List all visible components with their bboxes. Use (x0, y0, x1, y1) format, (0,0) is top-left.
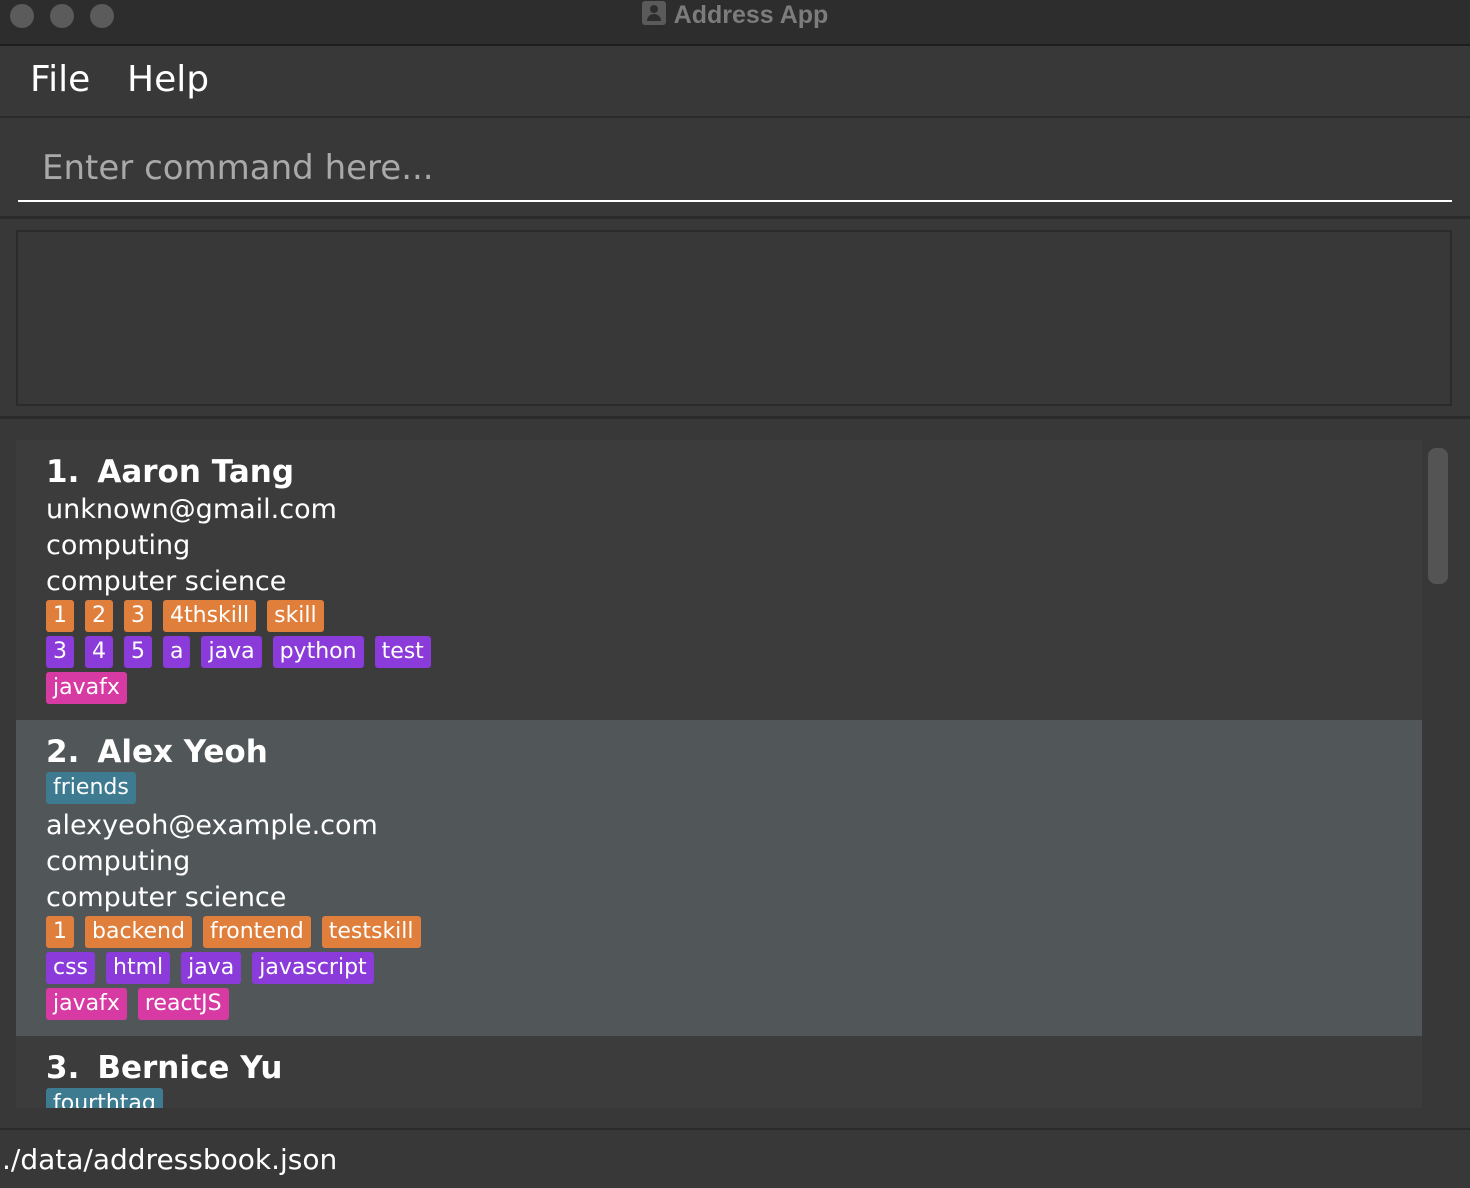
divider (0, 416, 1470, 419)
person-tag: friends (46, 772, 136, 804)
language-tag: javascript (252, 952, 374, 984)
language-tag: a (163, 636, 191, 668)
person-card[interactable]: 2. Alex Yeoh friends alexyeoh@example.com… (16, 720, 1422, 1036)
person-card[interactable]: 3. Bernice Yu fourthtag (16, 1036, 1422, 1108)
framework-tag: javafx (46, 988, 127, 1020)
framework-tag: javafx (46, 672, 127, 704)
language-tag: java (181, 952, 242, 984)
skill-tag: 1 (46, 916, 74, 948)
skill-tag: skill (267, 600, 324, 632)
person-tags: friends (46, 772, 1422, 808)
language-tag: python (272, 636, 364, 668)
result-display[interactable] (16, 230, 1452, 406)
command-box (0, 118, 1470, 219)
language-tag: html (106, 952, 171, 984)
person-list[interactable]: 1. Aaron Tang unknown@gmail.com computing… (16, 440, 1422, 1108)
person-faculty: computing (46, 846, 191, 877)
person-index: 3. (46, 1050, 80, 1086)
framework-tags: javafx reactJS (46, 988, 1422, 1024)
person-index: 1. (46, 454, 80, 490)
skill-tag: testskill (321, 916, 421, 948)
address-book-icon (641, 1, 666, 25)
person-name-line: 1. Aaron Tang (46, 452, 1422, 492)
window-title-bar: Address App (0, 0, 1470, 46)
menu-help[interactable]: Help (127, 58, 209, 102)
person-major: computer science (46, 566, 287, 597)
person-tags: fourthtag (46, 1088, 1422, 1108)
window-title: Address App (0, 0, 1470, 30)
person-major: computer science (46, 882, 287, 913)
language-tag: 4 (85, 636, 113, 668)
person-index: 2. (46, 734, 80, 770)
menu-file[interactable]: File (30, 58, 90, 102)
person-name-line: 3. Bernice Yu (46, 1048, 1422, 1088)
framework-tags: javafx (46, 672, 1422, 708)
language-tag: test (374, 636, 431, 668)
framework-tag: reactJS (137, 988, 229, 1020)
person-tag: fourthtag (46, 1088, 163, 1108)
person-card[interactable]: 1. Aaron Tang unknown@gmail.com computing… (16, 440, 1422, 720)
skill-tag: frontend (202, 916, 311, 948)
skill-tag: 3 (124, 600, 152, 632)
person-name-line: 2. Alex Yeoh (46, 732, 1422, 772)
person-email: unknown@gmail.com (46, 494, 337, 525)
language-tag: 5 (124, 636, 152, 668)
skill-tag: 4thskill (163, 600, 257, 632)
menu-bar: File Help (0, 46, 1470, 118)
window-title-text: Address App (673, 1, 829, 29)
command-input[interactable] (18, 136, 1452, 202)
person-name: Bernice Yu (97, 1050, 283, 1086)
language-tags: 3 4 5 a java python test (46, 636, 1422, 672)
status-bar: ./data/addressbook.json (0, 1128, 1470, 1188)
skill-tags: 1 backend frontend testskill (46, 916, 1422, 952)
list-scrollbar-thumb[interactable] (1428, 448, 1448, 584)
skill-tag: 1 (46, 600, 74, 632)
language-tag: java (201, 636, 262, 668)
skill-tag: backend (85, 916, 192, 948)
language-tags: css html java javascript (46, 952, 1422, 988)
person-email: alexyeoh@example.com (46, 810, 378, 841)
person-name: Alex Yeoh (97, 734, 268, 770)
skill-tags: 1 2 3 4thskill skill (46, 600, 1422, 636)
language-tag: css (46, 952, 96, 984)
person-faculty: computing (46, 530, 191, 561)
save-file-path: ./data/addressbook.json (2, 1143, 338, 1176)
skill-tag: 2 (85, 600, 113, 632)
person-name: Aaron Tang (97, 454, 295, 490)
language-tag: 3 (46, 636, 74, 668)
